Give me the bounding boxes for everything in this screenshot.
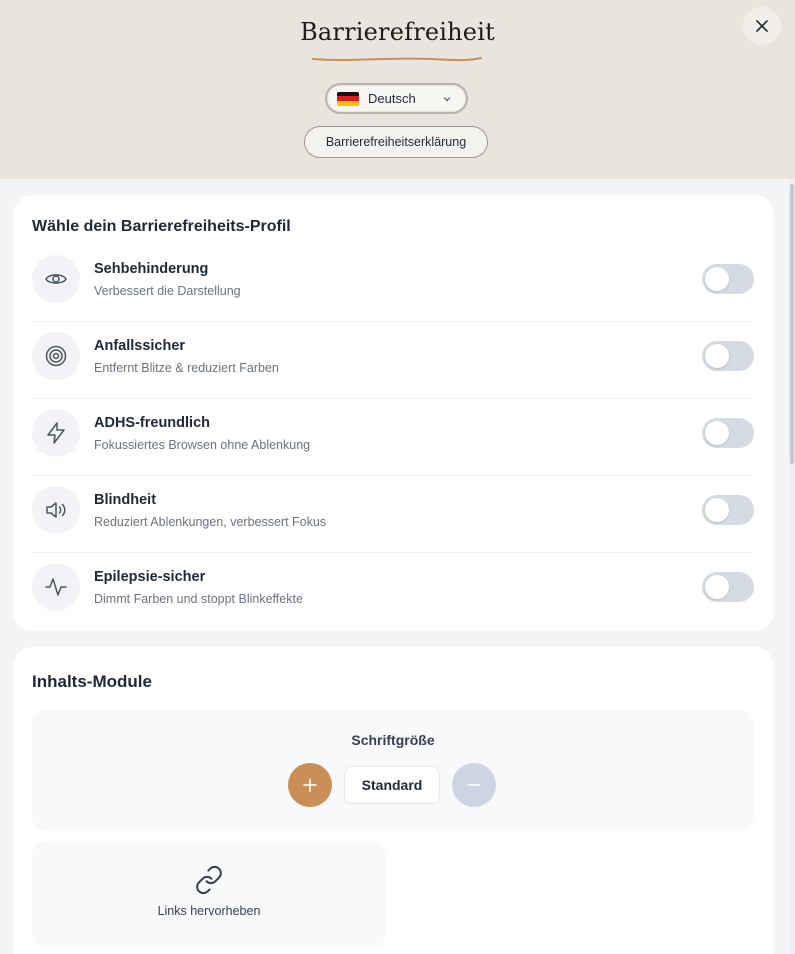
profile-section-title: Wähle dein Barrierefreiheits-Profil xyxy=(32,218,291,235)
content-modules-card: Inhalts-Module Schriftgröße Standard Lin… xyxy=(13,647,774,954)
toggle-anfallssicher[interactable] xyxy=(702,341,754,371)
close-button[interactable] xyxy=(743,7,781,45)
profile-description: Dimmt Farben und stoppt Blinkeffekte xyxy=(94,592,303,606)
toggle-knob xyxy=(705,498,729,522)
toggle-knob xyxy=(705,421,729,445)
profile-description: Entfernt Blitze & reduziert Farben xyxy=(94,361,279,375)
toggle-adhs-freundlich[interactable] xyxy=(702,418,754,448)
profile-row-adhs-freundlich[interactable]: ADHS-freundlich Fokussiertes Browsen ohn… xyxy=(32,399,754,476)
target-icon xyxy=(32,332,80,380)
title-underline-decoration xyxy=(312,57,482,62)
profile-name: Epilepsie-sicher xyxy=(94,569,206,585)
profile-description: Verbessert die Darstellung xyxy=(94,284,241,298)
profile-name: Sehbehinderung xyxy=(94,261,209,277)
lightning-icon xyxy=(32,409,80,457)
profile-description: Reduziert Ablenkungen, verbessert Fokus xyxy=(94,515,327,529)
highlight-links-label: Links hervorheben xyxy=(157,904,261,918)
plus-icon xyxy=(303,778,317,792)
profile-row-anfallssicher[interactable]: Anfallssicher Entfernt Blitze & reduzier… xyxy=(32,322,754,399)
eye-icon xyxy=(32,255,80,303)
font-size-label: Schriftgröße xyxy=(351,732,435,748)
close-icon xyxy=(756,20,768,32)
language-select[interactable]: Deutsch xyxy=(325,83,468,114)
toggle-knob xyxy=(705,344,729,368)
panel-title: Barrierefreiheit xyxy=(300,18,495,46)
profile-description: Fokussiertes Browsen ohne Ablenkung xyxy=(94,438,311,452)
content-modules-title: Inhalts-Module xyxy=(32,672,152,691)
toggle-sehbehinderung[interactable] xyxy=(702,264,754,294)
germany-flag-icon xyxy=(337,91,359,106)
accessibility-statement-button[interactable]: Barrierefreiheitserklärung xyxy=(304,126,488,158)
link-icon xyxy=(196,865,222,895)
chevron-down-icon xyxy=(443,97,451,102)
header: Barrierefreiheit Deutsch Barrierefreihei… xyxy=(0,0,795,179)
language-label: Deutsch xyxy=(368,91,416,106)
font-size-increase-button[interactable] xyxy=(288,763,332,807)
highlight-links-module[interactable]: Links hervorheben xyxy=(32,842,386,948)
toggle-knob xyxy=(705,267,729,291)
toggle-blindheit[interactable] xyxy=(702,495,754,525)
profile-name: Anfallssicher xyxy=(94,338,186,354)
toggle-knob xyxy=(705,575,729,599)
speaker-icon xyxy=(32,486,80,534)
toggle-epilepsie-sicher[interactable] xyxy=(702,572,754,602)
scrollbar-thumb[interactable] xyxy=(790,184,794,464)
pulse-icon xyxy=(32,563,80,611)
font-size-module: Schriftgröße Standard xyxy=(32,710,754,830)
font-size-value: Standard xyxy=(344,766,440,804)
profile-row-sehbehinderung[interactable]: Sehbehinderung Verbessert die Darstellun… xyxy=(32,245,754,322)
minus-icon xyxy=(467,784,481,786)
profile-name: ADHS-freundlich xyxy=(94,415,210,431)
profile-row-blindheit[interactable]: Blindheit Reduziert Ablenkungen, verbess… xyxy=(32,476,754,553)
profile-row-epilepsie-sicher[interactable]: Epilepsie-sicher Dimmt Farben und stoppt… xyxy=(32,553,754,630)
font-size-decrease-button[interactable] xyxy=(452,763,496,807)
profile-name: Blindheit xyxy=(94,492,157,508)
profile-card: Wähle dein Barrierefreiheits-Profil Sehb… xyxy=(13,195,774,631)
